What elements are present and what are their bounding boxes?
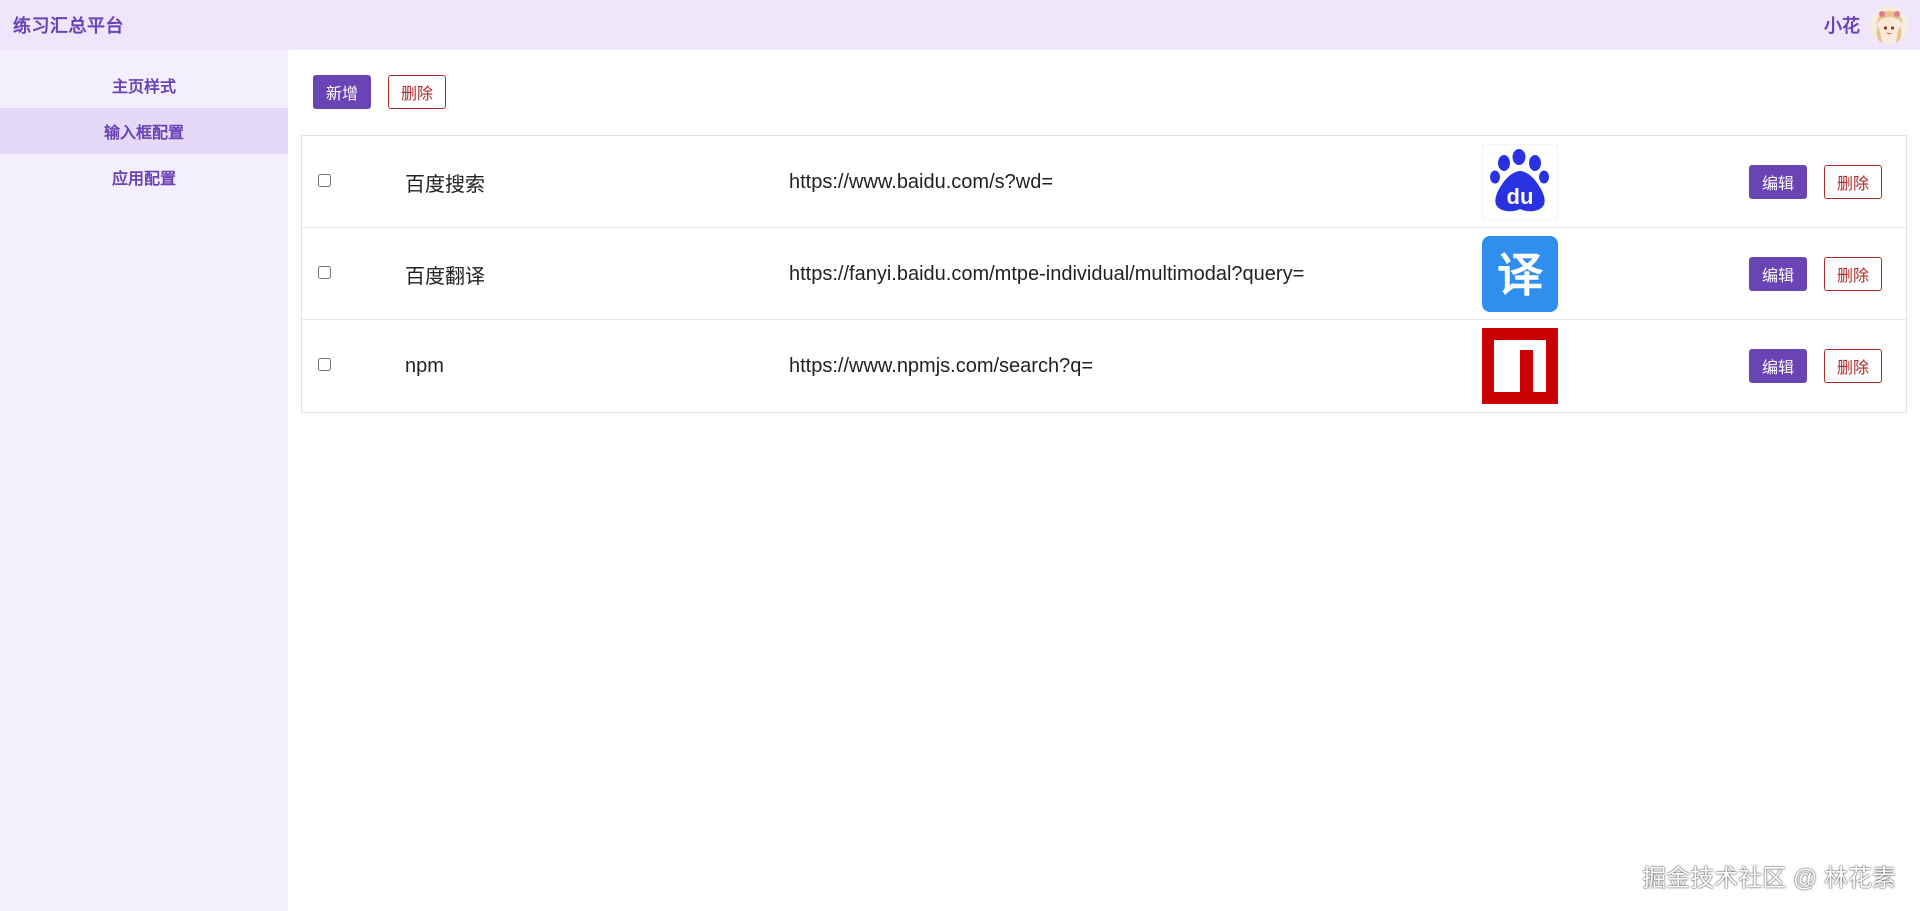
config-table: 百度搜索 https://www.baidu.com/s?wd= du 编辑 删… (301, 135, 1907, 413)
avatar[interactable] (1870, 6, 1908, 44)
main-content: 新增 删除 百度搜索 https://www.baidu.com/s?wd= d… (288, 50, 1920, 911)
row-name: npm (405, 354, 444, 377)
row-url: https://www.baidu.com/s?wd= (789, 170, 1054, 193)
table-row: 百度搜索 https://www.baidu.com/s?wd= du 编辑 删… (302, 136, 1906, 228)
top-header: 练习汇总平台 小花 (0, 0, 1920, 50)
toolbar: 新增 删除 (313, 75, 447, 109)
row-actions: 编辑 删除 (1748, 228, 1882, 320)
delete-button[interactable]: 删除 (1823, 257, 1882, 291)
row-url: https://www.npmjs.com/search?q= (789, 354, 1094, 377)
user-name[interactable]: 小花 (1824, 12, 1860, 38)
delete-button[interactable]: 删除 (1823, 165, 1882, 199)
table-row: npm https://www.npmjs.com/search?q= 编辑 删… (302, 320, 1906, 412)
baidu-translate-icon: 译 (1482, 236, 1558, 312)
batch-delete-button[interactable]: 删除 (388, 75, 447, 109)
svg-text:du: du (1507, 184, 1534, 209)
delete-button[interactable]: 删除 (1823, 349, 1882, 383)
row-url: https://fanyi.baidu.com/mtpe-individual/… (789, 262, 1305, 285)
edit-button[interactable]: 编辑 (1748, 257, 1807, 291)
table-row: 百度翻译 https://fanyi.baidu.com/mtpe-indivi… (302, 228, 1906, 320)
avatar-image-icon (1870, 6, 1908, 44)
npm-logo-icon (1482, 328, 1558, 404)
svg-text:译: 译 (1497, 248, 1544, 302)
row-checkbox[interactable] (318, 266, 331, 279)
sidebar-item-app-config[interactable]: 应用配置 (0, 154, 288, 200)
row-name: 百度翻译 (405, 265, 485, 288)
sidebar-item-home-style[interactable]: 主页样式 (0, 62, 288, 108)
sidebar-item-input-config[interactable]: 输入框配置 (0, 108, 288, 154)
baidu-logo-icon: du (1481, 143, 1559, 221)
edit-button[interactable]: 编辑 (1748, 349, 1807, 383)
watermark: 掘金技术社区 @ 林花素 (1642, 865, 1896, 892)
edit-button[interactable]: 编辑 (1748, 165, 1807, 199)
user-area[interactable]: 小花 (1824, 6, 1908, 44)
row-actions: 编辑 删除 (1748, 136, 1882, 228)
row-actions: 编辑 删除 (1748, 320, 1882, 412)
row-name: 百度搜索 (405, 173, 485, 196)
add-button[interactable]: 新增 (313, 75, 372, 109)
row-checkbox[interactable] (318, 358, 331, 371)
app-title: 练习汇总平台 (13, 16, 124, 36)
row-checkbox[interactable] (318, 174, 331, 187)
sidebar: 主页样式 输入框配置 应用配置 (0, 50, 288, 911)
